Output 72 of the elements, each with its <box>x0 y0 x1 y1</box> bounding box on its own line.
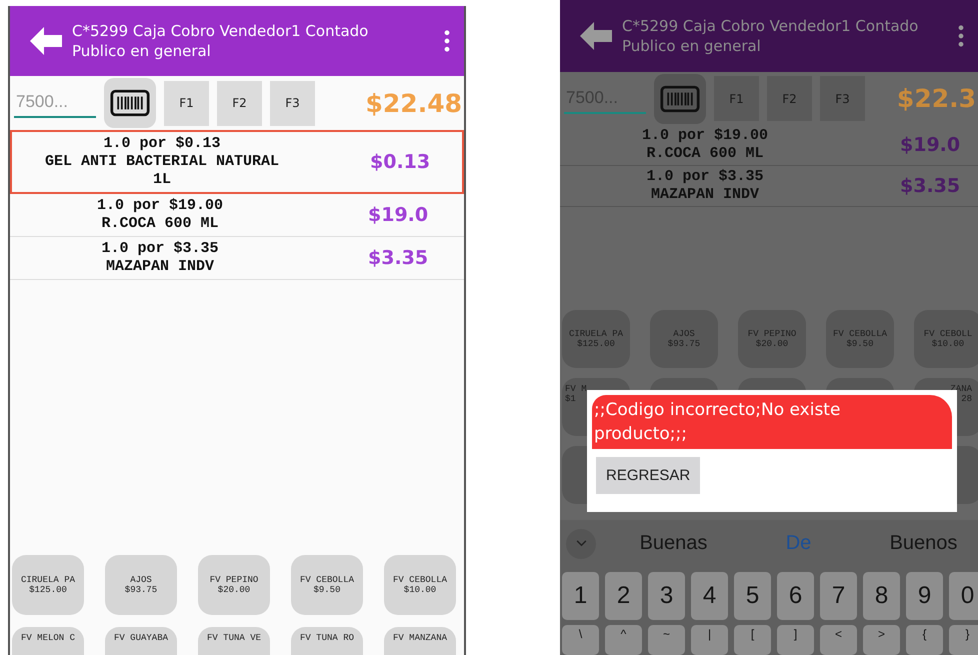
item-name: GEL ANTI BACTERIAL NATURAL 1L <box>44 153 280 189</box>
menu-icon[interactable] <box>958 25 964 47</box>
item-price: $3.35 <box>368 247 428 269</box>
cart-item[interactable]: 1.0 por $0.13 GEL ANTI BACTERIAL NATURAL 1L $0.13 <box>10 130 464 194</box>
item-name: MAZAPAN INDV <box>650 186 760 204</box>
item-price: $0.13 <box>370 151 430 173</box>
product-tile[interactable]: FV PEPINO $20.00 <box>198 555 270 615</box>
keyboard-key[interactable]: 1 <box>562 572 599 620</box>
keyboard-key[interactable]: 4 <box>691 572 728 620</box>
header-subtitle: Publico en general <box>622 37 762 55</box>
item-price: $19.0 <box>900 134 960 156</box>
keyboard-key[interactable]: ^ <box>605 625 642 655</box>
menu-icon[interactable] <box>444 30 450 52</box>
total-amount: $22.3 <box>896 84 977 113</box>
item-quantity: 1.0 por $19.00 <box>96 197 224 215</box>
item-quantity: 1.0 por $0.13 <box>103 135 221 153</box>
keyboard-key[interactable]: | <box>691 625 728 655</box>
back-arrow-icon[interactable] <box>30 27 62 55</box>
product-tile[interactable]: AJOS $93.75 <box>105 555 177 615</box>
item-name: R.COCA 600 ML <box>646 145 764 163</box>
item-quantity: 1.0 por $3.35 <box>646 168 764 186</box>
keyboard-key[interactable]: [ <box>734 625 771 655</box>
product-tile[interactable]: FV GUAYABA <box>105 627 177 655</box>
barcode-icon <box>110 89 150 117</box>
keyboard-key[interactable]: ~ <box>648 625 685 655</box>
keyboard-key[interactable]: 9 <box>906 572 943 620</box>
keyboard-key[interactable]: 6 <box>777 572 814 620</box>
cart-item[interactable]: 1.0 por $3.35 MAZAPAN INDV $3.35 <box>10 237 464 280</box>
barcode-icon <box>660 84 700 112</box>
chevron-icon <box>576 540 586 547</box>
keyboard-key[interactable]: 2 <box>605 572 642 620</box>
product-tile[interactable]: FV MELON C <box>12 627 84 655</box>
keyboard-key[interactable]: > <box>863 625 900 655</box>
back-button[interactable]: REGRESAR <box>596 457 700 494</box>
keyboard-key[interactable]: < <box>820 625 857 655</box>
function-key-button[interactable]: F2 <box>217 80 262 126</box>
item-name: MAZAPAN INDV <box>106 258 214 276</box>
product-tile[interactable]: FV CEBOLLA $10.00 <box>384 555 456 615</box>
keyboard-key[interactable]: ] <box>777 625 814 655</box>
keyboard-key[interactable]: 5 <box>734 572 771 620</box>
header-title: C*5299 Caja Cobro Vendedor1 Contado <box>72 22 370 40</box>
search-field[interactable]: 7500... <box>14 88 96 118</box>
header-title: C*5299 Caja Cobro Vendedor1 Contado <box>622 17 920 35</box>
cart-item[interactable]: 1.0 por $19.00 R.COCA 600 ML $19.0 <box>10 194 464 237</box>
product-tile[interactable]: FV TUNA RO <box>291 627 363 655</box>
product-tile[interactable]: FV TUNA VE <box>198 627 270 655</box>
product-tile[interactable]: CIRUELA PA $125.00 <box>12 555 84 615</box>
item-name: R.COCA 600 ML <box>101 215 219 233</box>
keyboard-key[interactable]: 3 <box>648 572 685 620</box>
suggestion-word[interactable]: Buenas <box>626 532 721 555</box>
total-amount: $22.48 <box>366 88 463 118</box>
barcode-button[interactable] <box>104 78 156 128</box>
item-quantity: 1.0 por $19.00 <box>642 127 768 145</box>
product-tile[interactable]: FV MANZANA <box>384 627 456 655</box>
function-key-button[interactable]: F1 <box>164 80 209 126</box>
keyboard-key[interactable]: \ <box>562 625 599 655</box>
header-subtitle: Publico en general <box>72 42 212 60</box>
item-price: $3.35 <box>900 175 960 197</box>
cart-item[interactable]: 1.0 por $3.35 MAZAPAN INDV $3.35 <box>560 166 978 207</box>
item-quantity: 1.0 por $3.35 <box>101 240 219 258</box>
keyboard-key[interactable]: } <box>949 625 978 655</box>
product-tile[interactable]: FV CEBOLLA $9.50 <box>291 555 363 615</box>
item-price: $19.0 <box>368 204 428 226</box>
back-arrow-icon[interactable] <box>580 22 612 50</box>
function-key-button[interactable]: F3 <box>270 80 315 126</box>
cart-item[interactable]: 1.0 por $19.00 R.COCA 600 ML $19.0 <box>560 125 978 166</box>
keyboard-key[interactable]: 8 <box>863 572 900 620</box>
error-message: ;;Codigo incorrecto;No existe producto;;; <box>592 395 952 449</box>
keyboard-key[interactable]: 7 <box>820 572 857 620</box>
suggestion-word[interactable]: Buenos <box>876 532 971 555</box>
keyboard-key[interactable]: { <box>906 625 943 655</box>
keyboard-key[interactable]: 0 <box>949 572 978 620</box>
